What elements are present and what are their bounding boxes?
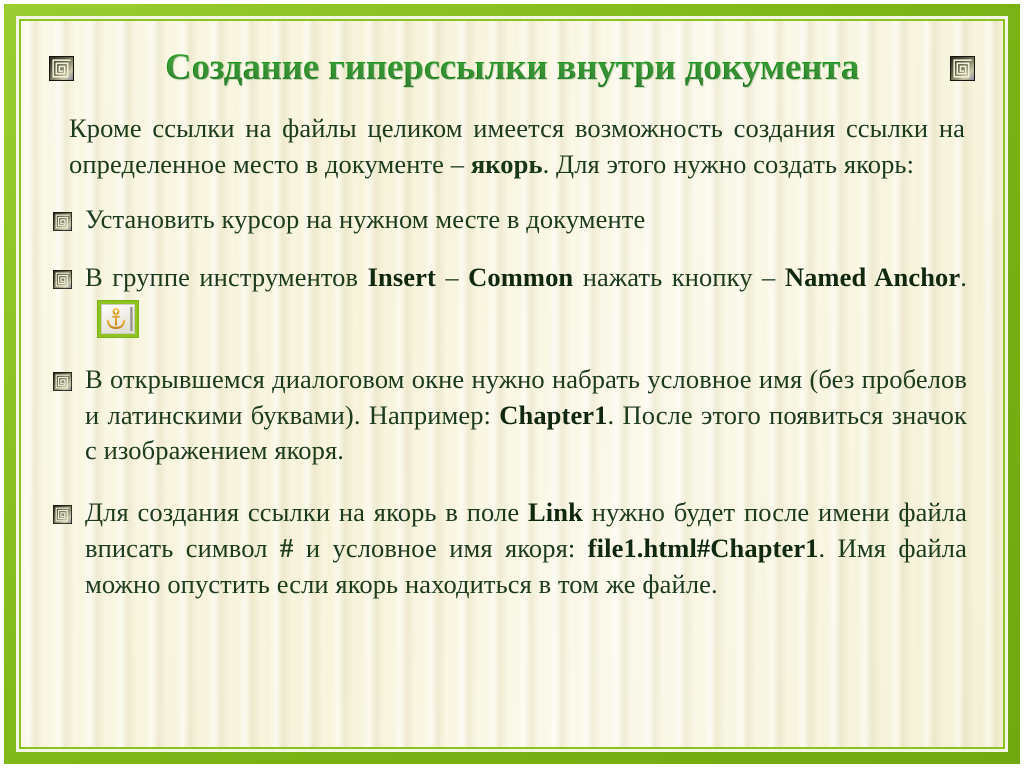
- page-title: Создание гиперссылки внутри документа: [84, 48, 940, 88]
- spiral-square-icon-right: [950, 55, 975, 81]
- list-item-text: В открывшемся диалоговом окне нужно набр…: [85, 362, 967, 469]
- slide-outer-border: Создание гиперссылки внутри документа Кр…: [4, 4, 1020, 764]
- list-item: В открывшемся диалоговом окне нужно набр…: [53, 362, 969, 469]
- intro-paragraph: Кроме ссылки на файлы целиком имеется во…: [53, 111, 969, 182]
- slide-content: Создание гиперссылки внутри документа Кр…: [21, 21, 1003, 747]
- intro-text-2: . Для этого нужно создать якорь:: [542, 148, 915, 179]
- b3-bold-chapter1: Chapter1: [499, 399, 608, 430]
- list-item: В группе инструментов Insert – Common на…: [53, 260, 969, 338]
- toolbar-divider: [130, 307, 133, 331]
- bullet-icon-wrap: [53, 202, 85, 231]
- b4-text-3: и условное имя якоря:: [293, 533, 588, 563]
- spiral-square-icon-left: [49, 55, 74, 81]
- b4-text-1: Для создания ссылки на якорь в поле: [85, 496, 529, 527]
- intro-bold-term: якорь: [470, 148, 543, 179]
- list-item-text: Установить курсор на нужном месте в доку…: [85, 204, 646, 234]
- b4-hash-symbol: #: [279, 533, 294, 563]
- b2-text-2: –: [435, 261, 469, 292]
- b4-bold-link: Link: [528, 496, 583, 527]
- named-anchor-button[interactable]: [97, 300, 139, 338]
- list-item: Для создания ссылки на якорь в поле Link…: [53, 495, 969, 603]
- b4-bold-filepath: file1.html#Chapter1: [587, 533, 819, 563]
- anchor-icon: [106, 307, 126, 329]
- bullet-icon-wrap: [53, 362, 85, 391]
- b2-bold-named-anchor: Named Anchor: [784, 261, 961, 292]
- list-item: Установить курсор на нужном месте в доку…: [53, 202, 969, 238]
- spiral-square-bullet-icon: [53, 212, 72, 231]
- b2-text-3: нажать кнопку –: [573, 261, 785, 292]
- spiral-square-bullet-icon: [53, 372, 72, 391]
- spiral-square-bullet-icon: [53, 504, 72, 524]
- bullet-icon-wrap: [53, 495, 85, 524]
- b2-text-4: .: [960, 261, 967, 292]
- b2-bold-common: Common: [468, 261, 574, 292]
- b2-text-1: В группе инструментов: [85, 261, 368, 292]
- slide: Создание гиперссылки внутри документа Кр…: [0, 0, 1024, 768]
- bullet-icon-wrap: [53, 260, 85, 289]
- title-row: Создание гиперссылки внутри документа: [47, 37, 977, 95]
- named-anchor-button-face: [101, 304, 135, 334]
- list-item-text: Для создания ссылки на якорь в поле Link…: [85, 495, 967, 603]
- slide-border-gap: Создание гиперссылки внутри документа Кр…: [16, 16, 1008, 752]
- b2-bold-insert: Insert: [367, 261, 436, 292]
- list-item-text: В группе инструментов Insert – Common на…: [85, 260, 967, 338]
- spiral-square-bullet-icon: [53, 269, 72, 289]
- body-area: Кроме ссылки на файлы целиком имеется во…: [47, 95, 977, 602]
- slide-inner-border: Создание гиперссылки внутри документа Кр…: [19, 19, 1005, 749]
